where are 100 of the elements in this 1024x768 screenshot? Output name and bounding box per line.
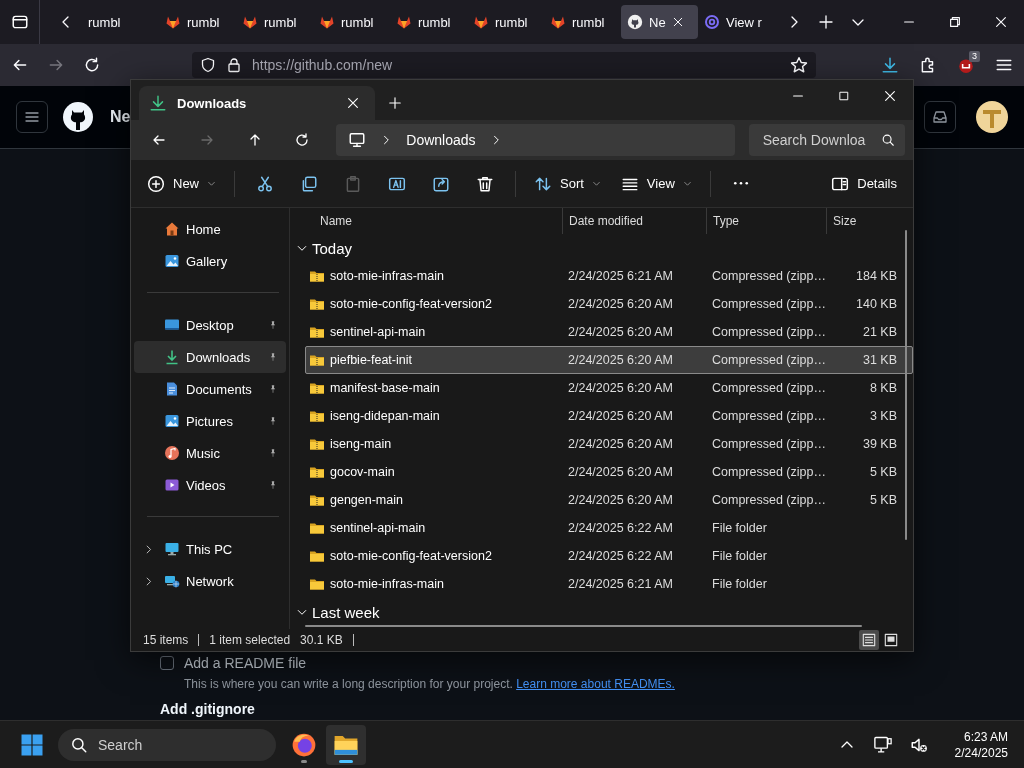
inbox-button[interactable]	[924, 101, 956, 133]
column-header[interactable]: Name	[305, 208, 562, 234]
star-icon	[790, 56, 808, 74]
file-row[interactable]: soto-mie-infras-main 2/24/2025 6:21 AM Compressed (zipp… 184 KB	[305, 262, 913, 290]
browser-tab[interactable]: View r	[698, 5, 778, 39]
browser-tab[interactable]: rumbl	[313, 5, 390, 39]
windows-logo-icon	[20, 732, 44, 757]
group-header[interactable]: Last week	[312, 603, 380, 621]
close-icon	[994, 15, 1008, 29]
sidebar-item[interactable]: Gallery	[134, 245, 286, 277]
item-count: 15 items	[143, 633, 189, 647]
scroll-bar[interactable]	[305, 625, 862, 627]
file-row[interactable]: sentinel-api-main 2/24/2025 6:20 AM Compressed (zipp… 21 KB	[305, 318, 913, 346]
browser-tab[interactable]: rumbl	[159, 5, 236, 39]
copy-icon	[300, 174, 318, 193]
sidebar-item[interactable]: Downloads	[134, 341, 286, 373]
file-row[interactable]: gengen-main 2/24/2025 6:20 AM Compressed (zipp… 5 KB	[305, 486, 913, 514]
scissors-icon	[256, 174, 274, 193]
sort-button[interactable]: Sort	[526, 165, 609, 202]
sidebar-item[interactable]: This PC	[134, 533, 286, 565]
tab-list-icon	[10, 13, 29, 31]
sidebar-item[interactable]: Desktop	[134, 309, 286, 341]
file-row[interactable]: piefbie-feat-init 2/24/2025 6:20 AM Compressed (zipp… 31 KB	[305, 346, 913, 374]
file-name: sentinel-api-main	[330, 325, 426, 339]
browser-tab[interactable]: rumbl	[82, 5, 159, 39]
plus-icon	[388, 96, 402, 110]
clock[interactable]: 6:23 AM 2/24/2025	[950, 728, 1012, 761]
download-icon	[881, 56, 899, 74]
sidebar-item[interactable]: Network	[134, 565, 286, 597]
type-cell-text: Compressed (zipp…	[711, 325, 827, 339]
network-icon	[164, 573, 180, 589]
selection-info: 1 item selected	[209, 633, 291, 647]
details-button[interactable]: Details	[823, 165, 905, 202]
chevron-down-icon	[682, 179, 692, 188]
scroll-bar[interactable]	[905, 230, 907, 540]
notification-badge: 3	[969, 51, 980, 62]
tiles-view-icon	[884, 633, 898, 647]
date-cell-text: 2/24/2025 6:22 AM	[567, 549, 674, 563]
address-bar[interactable]: https://github.com/new	[192, 52, 816, 78]
date-cell-text: 2/24/2025 6:21 AM	[567, 269, 674, 283]
type-cell-text: Compressed (zipp…	[711, 493, 827, 507]
size-cell-text: 21 KB	[861, 325, 898, 339]
file-row[interactable]: soto-mie-config-feat-version2 2/24/2025 6:20 AM Compressed (zipp… 140 KB	[305, 290, 913, 318]
browser-tab[interactable]: rumbl	[390, 5, 467, 39]
file-row[interactable]: gocov-main 2/24/2025 6:20 AM Compressed (zipp… 5 KB	[305, 458, 913, 486]
type-cell-text: File folder	[711, 521, 768, 535]
more-icon	[732, 182, 749, 185]
shield-icon	[200, 57, 216, 73]
file-name: soto-mie-config-feat-version2	[330, 297, 492, 311]
file-name: soto-mie-infras-main	[330, 269, 444, 283]
taskbar-search[interactable]: Search	[58, 728, 276, 761]
sidebar-item[interactable]: Videos	[134, 469, 286, 501]
size-cell-text: 8 KB	[868, 381, 898, 395]
taskbar-app[interactable]	[326, 724, 366, 765]
view-button[interactable]: View	[612, 165, 700, 202]
file-row[interactable]: soto-mie-infras-main 2/24/2025 6:21 AM File folder	[305, 570, 913, 598]
browser-tab[interactable]: rumbl	[236, 5, 313, 39]
search-field[interactable]: Search Downloa	[748, 124, 906, 156]
address-bar[interactable]: Downloads	[336, 124, 735, 156]
date-cell-text: 2/24/2025 6:20 AM	[567, 465, 674, 479]
breadcrumb-item[interactable]: Downloads	[406, 132, 476, 148]
help-text: This is where you can write a long description for your project. Learn more about READMEs.	[184, 676, 676, 692]
trash-icon	[476, 174, 494, 193]
file-row[interactable]: iseng-didepan-main 2/24/2025 6:20 AM Compressed (zipp… 3 KB	[305, 402, 913, 430]
file-row[interactable]: iseng-main 2/24/2025 6:20 AM Compressed (zipp… 39 KB	[305, 430, 913, 458]
file-row[interactable]: manifest-base-main 2/24/2025 6:20 AM Compressed (zipp… 8 KB	[305, 374, 913, 402]
home-icon	[164, 221, 180, 237]
type-cell-text: Compressed (zipp…	[711, 297, 827, 311]
date-cell-text: 2/24/2025 6:22 AM	[567, 521, 674, 535]
sidebar-item[interactable]: Home	[134, 213, 286, 245]
clipboard-icon	[344, 174, 362, 193]
date-cell-text: 2/24/2025 6:20 AM	[567, 437, 674, 451]
size-cell-text: 5 KB	[868, 493, 898, 507]
extension-button[interactable]: 3	[950, 51, 982, 79]
column-header[interactable]: Date modified	[562, 208, 706, 234]
file-row[interactable]: sentinel-api-main 2/24/2025 6:22 AM File folder	[305, 514, 913, 542]
explorer-tab[interactable]: Downloads	[139, 86, 375, 120]
browser-tab[interactable]: Ne	[621, 5, 698, 39]
desktop-icon	[164, 317, 180, 333]
file-name: soto-mie-infras-main	[330, 577, 444, 591]
details-view-button[interactable]	[859, 630, 879, 650]
size-cell-text: 140 KB	[855, 297, 898, 311]
type-cell-text: Compressed (zipp…	[711, 269, 827, 283]
file-row[interactable]: soto-mie-config-feat-version2 2/24/2025 6:22 AM File folder	[305, 542, 913, 570]
sidebar-item[interactable]: Music	[134, 437, 286, 469]
lock-icon	[226, 57, 242, 73]
readme-link[interactable]: Learn more about READMEs.	[516, 677, 675, 691]
type-cell-text: Compressed (zipp…	[711, 465, 827, 479]
browser-tab[interactable]: rumbl	[544, 5, 621, 39]
group-header[interactable]: Today	[312, 239, 353, 257]
details-view-icon	[862, 633, 876, 647]
sidebar-item[interactable]: Documents	[134, 373, 286, 405]
new-button[interactable]: New	[139, 165, 224, 202]
browser-tab[interactable]: rumbl	[467, 5, 544, 39]
column-header[interactable]: Size	[826, 208, 897, 234]
readme-checkbox[interactable]	[160, 656, 174, 670]
inbox-icon	[932, 109, 948, 125]
type-cell-text: Compressed (zipp…	[711, 381, 827, 395]
column-header[interactable]: Type	[706, 208, 826, 234]
sidebar-item[interactable]: Pictures	[134, 405, 286, 437]
